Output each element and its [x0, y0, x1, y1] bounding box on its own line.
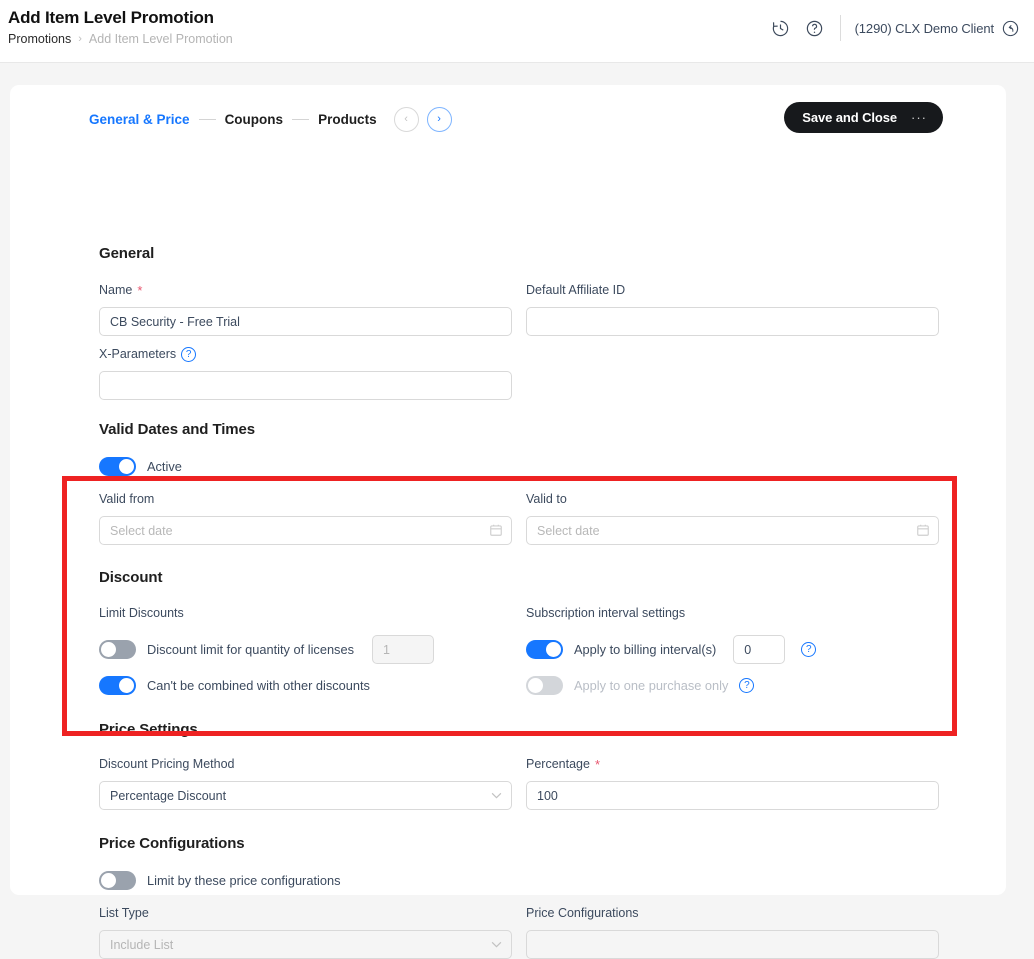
field-label-list-type: List Type — [99, 906, 512, 921]
cannot-combine-label: Can't be combined with other discounts — [147, 678, 370, 693]
section-title-price-settings: Price Settings — [99, 721, 198, 738]
cannot-combine-toggle[interactable] — [99, 676, 136, 695]
label-text: Name — [99, 283, 133, 297]
billing-interval-input[interactable] — [733, 635, 786, 664]
price-configurations-input[interactable] — [526, 930, 939, 959]
header-divider — [839, 15, 841, 41]
field-price-configurations: Price Configurations — [526, 906, 939, 959]
active-toggle-row: Active — [99, 457, 182, 476]
billing-interval-toggle-row: Apply to billing interval(s) ? — [526, 635, 817, 664]
tab-connector — [198, 118, 216, 120]
label-text: Price Configurations — [526, 906, 639, 920]
help-circle-icon[interactable]: ? — [181, 347, 197, 362]
field-discount-pricing-method: Discount Pricing Method — [99, 757, 512, 810]
help-circle-icon[interactable]: ? — [739, 678, 755, 693]
field-valid-to: Valid to — [526, 492, 939, 545]
limit-price-configs-toggle[interactable] — [99, 871, 136, 890]
breadcrumb-current: Add Item Level Promotion — [88, 32, 233, 46]
save-overflow-menu[interactable]: ··· — [911, 111, 927, 124]
field-x-parameters: X-Parameters ? — [99, 347, 512, 400]
one-purchase-toggle[interactable] — [526, 676, 563, 695]
undo-arrow-icon[interactable] — [1001, 19, 1020, 38]
quantity-limit-toggle-row: Discount limit for quantity of licenses — [99, 635, 434, 664]
prev-step-button[interactable]: ‹ — [393, 106, 419, 132]
breadcrumb-separator-icon: › — [78, 33, 82, 45]
page-title: Add Item Level Promotion — [8, 8, 214, 27]
limit-price-configs-toggle-row: Limit by these price configurations — [99, 871, 340, 890]
valid-from-input[interactable] — [99, 516, 512, 545]
field-label-name: Name * — [99, 283, 512, 298]
quantity-limit-toggle[interactable] — [99, 640, 136, 659]
client-label: (1290) CLX Demo Client — [854, 20, 995, 36]
field-percentage: Percentage * — [526, 757, 939, 810]
save-and-close-button[interactable]: Save and Close ··· — [784, 102, 943, 133]
field-label-valid-to: Valid to — [526, 492, 939, 507]
list-type-select[interactable] — [99, 930, 512, 959]
billing-interval-label: Apply to billing interval(s) — [574, 642, 717, 657]
one-purchase-label: Apply to one purchase only — [574, 678, 729, 693]
breadcrumb-link-promotions[interactable]: Promotions — [8, 32, 71, 46]
required-marker: * — [594, 756, 600, 772]
section-title-price-configurations: Price Configurations — [99, 835, 245, 852]
limit-price-configs-label: Limit by these price configurations — [147, 873, 341, 888]
field-default-affiliate-id: Default Affiliate ID — [526, 283, 939, 336]
one-purchase-toggle-row: Apply to one purchase only ? — [526, 676, 755, 695]
name-input[interactable] — [99, 307, 512, 336]
active-toggle[interactable] — [99, 457, 136, 476]
label-text: Discount Pricing Method — [99, 757, 235, 771]
label-text: Default Affiliate ID — [526, 283, 626, 297]
x-parameters-input[interactable] — [99, 371, 512, 400]
label-text: Valid from — [99, 492, 155, 506]
field-list-type: List Type — [99, 906, 512, 959]
field-valid-from: Valid from — [99, 492, 512, 545]
history-clock-icon[interactable] — [764, 11, 798, 45]
field-label-percentage: Percentage * — [526, 757, 939, 772]
wizard-tabs: General & Price Coupons Products ‹ › — [89, 103, 452, 135]
tab-general-and-price[interactable]: General & Price — [89, 112, 190, 127]
help-circle-icon[interactable]: ? — [801, 642, 817, 657]
cannot-combine-toggle-row: Can't be combined with other discounts — [99, 676, 370, 695]
discount-pricing-method-select[interactable] — [99, 781, 512, 810]
subscription-interval-settings-label: Subscription interval settings — [526, 606, 686, 620]
field-label-xparameters: X-Parameters ? — [99, 347, 512, 362]
field-name: Name * — [99, 283, 512, 336]
field-label-price-configurations: Price Configurations — [526, 906, 939, 921]
label-text: X-Parameters — [99, 347, 177, 361]
section-title-valid-dates: Valid Dates and Times — [99, 421, 256, 438]
tab-connector — [292, 118, 310, 120]
help-question-icon[interactable] — [798, 11, 832, 45]
limit-discounts-label: Limit Discounts — [99, 606, 184, 620]
top-header-bar: Add Item Level Promotion Promotions › Ad… — [0, 0, 1034, 63]
next-step-button[interactable]: › — [426, 106, 452, 132]
field-label-valid-from: Valid from — [99, 492, 512, 507]
billing-interval-toggle[interactable] — [526, 640, 563, 659]
active-toggle-label: Active — [147, 459, 182, 474]
tab-coupons[interactable]: Coupons — [225, 112, 284, 127]
quantity-limit-label: Discount limit for quantity of licenses — [147, 642, 354, 657]
header-actions: (1290) CLX Demo Client — [764, 11, 1020, 45]
label-text: Percentage — [526, 757, 590, 771]
valid-to-input[interactable] — [526, 516, 939, 545]
label-text: Valid to — [526, 492, 567, 506]
default-affiliate-id-input[interactable] — [526, 307, 939, 336]
promotion-form-card: General & Price Coupons Products ‹ › Sav… — [10, 85, 1006, 959]
save-button-label: Save and Close — [802, 110, 897, 125]
field-label-affiliate: Default Affiliate ID — [526, 283, 939, 298]
section-title-general: General — [99, 245, 155, 262]
breadcrumb: Promotions › Add Item Level Promotion — [8, 32, 233, 46]
section-title-discount: Discount — [99, 569, 163, 586]
header-title-block: Add Item Level Promotion Promotions › Ad… — [8, 8, 233, 46]
percentage-input[interactable] — [526, 781, 939, 810]
label-text: List Type — [99, 906, 149, 920]
required-marker: * — [137, 282, 143, 298]
field-label-pricing-method: Discount Pricing Method — [99, 757, 512, 772]
quantity-limit-input[interactable] — [371, 635, 434, 664]
tab-products[interactable]: Products — [318, 112, 377, 127]
